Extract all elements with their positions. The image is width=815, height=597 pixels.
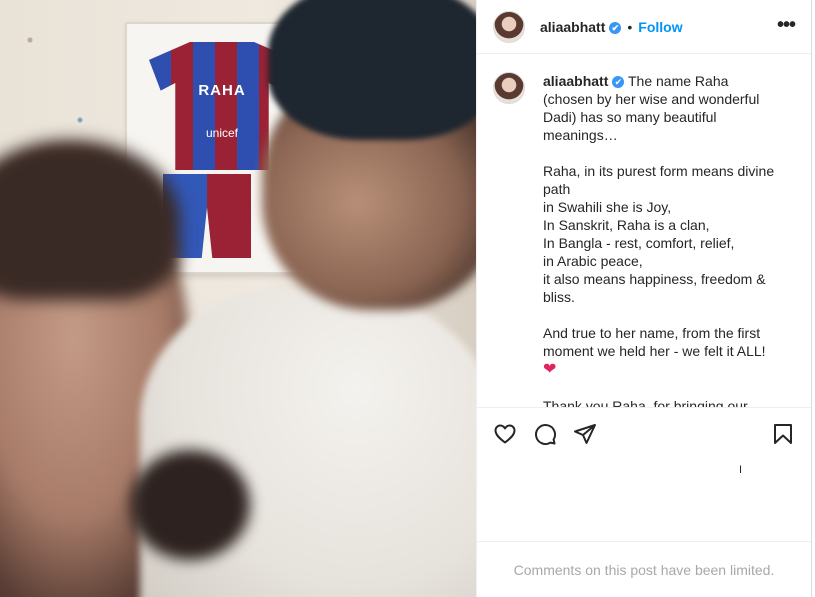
caption-body: The name Raha (chosen by her wise and wo… (543, 73, 775, 359)
share-send-icon[interactable] (573, 422, 597, 446)
caption-row: aliaabhatt ✔ The name Raha (chosen by her… (493, 72, 795, 407)
comments-limited-notice: Comments on this post have been limited. (477, 541, 811, 597)
follow-button[interactable]: Follow (638, 19, 682, 35)
text-cursor-icon: I (739, 464, 743, 476)
like-heart-icon[interactable] (493, 422, 517, 446)
baby-figure (130, 450, 250, 560)
red-heart-emoji-icon: ❤ (543, 361, 557, 378)
username-link[interactable]: aliaabhatt ✔ (540, 18, 622, 35)
caption-username[interactable]: aliaabhatt (543, 73, 608, 89)
caption-avatar[interactable] (493, 72, 525, 104)
caption-verified-badge-icon: ✔ (612, 76, 625, 88)
bookmark-icon[interactable] (771, 422, 795, 446)
username-text: aliaabhatt (540, 18, 606, 35)
post-side-panel: aliaabhatt ✔ • Follow ••• aliaabhatt ✔ The… (476, 0, 812, 597)
post-photo[interactable]: RAHA unicef (0, 0, 476, 597)
caption-body-continued: Thank you Raha, for bringing our family … (543, 398, 748, 407)
more-options-icon[interactable]: ••• (777, 15, 796, 35)
man-beanie (268, 0, 476, 140)
verified-badge-icon: ✔ (609, 21, 622, 34)
avatar[interactable] (493, 10, 525, 43)
comments-limited-text: Comments on this post have been limited. (513, 561, 775, 578)
comment-bubble-icon[interactable] (533, 422, 557, 446)
post-header: aliaabhatt ✔ • Follow ••• (477, 0, 811, 54)
caption-scroll-area[interactable]: aliaabhatt ✔ The name Raha (chosen by her… (477, 55, 811, 407)
separator-dot: • (627, 18, 633, 35)
action-bar (477, 407, 811, 461)
caption-text: aliaabhatt ✔ The name Raha (chosen by her… (543, 72, 781, 407)
